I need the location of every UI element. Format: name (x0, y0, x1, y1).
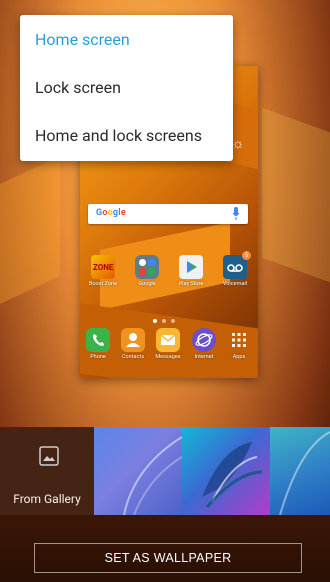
dock-internet: Internet (186, 328, 222, 360)
set-as-wallpaper-button[interactable]: SET AS WALLPAPER (34, 543, 302, 573)
app-label: Boost Zone (88, 281, 118, 287)
app-label: Contacts (121, 354, 145, 360)
wallpaper-thumbnail-2[interactable] (182, 427, 270, 515)
apps-icon (227, 328, 251, 352)
background-shard (262, 107, 330, 283)
from-gallery-button[interactable]: From Gallery (0, 427, 94, 515)
menu-item-home-and-lock-screens[interactable]: Home and lock screens (20, 111, 233, 159)
app-label: Internet (194, 354, 214, 360)
google-search-bar: Google (88, 204, 248, 224)
menu-item-home-screen[interactable]: Home screen (20, 15, 233, 63)
boost-zone-icon: ZONE (91, 255, 115, 279)
phone-icon (86, 328, 110, 352)
app-google: Google (129, 255, 165, 287)
wallpaper-thumbnail-3[interactable] (270, 427, 330, 515)
app-voicemail: 5 Voicemail (217, 251, 253, 287)
messages-icon (156, 328, 180, 352)
app-label: Messages (155, 354, 181, 360)
page-indicator (153, 308, 180, 327)
google-logo: Google (96, 208, 126, 218)
internet-icon (192, 328, 216, 352)
app-label: Phone (90, 354, 106, 360)
app-label: Play Store (178, 281, 204, 287)
contacts-icon (121, 328, 145, 352)
wallpaper-strip: From Gallery (0, 427, 330, 515)
google-folder-icon (135, 255, 159, 279)
voicemail-icon: 5 (223, 251, 251, 279)
app-play-store: Play Store (173, 255, 209, 287)
wallpaper-thumbnail-1[interactable] (94, 427, 182, 515)
notification-badge: 5 (242, 251, 251, 260)
app-boost-zone: ZONE Boost Zone (85, 255, 121, 287)
app-label: Apps (232, 354, 246, 360)
mic-icon (232, 207, 240, 220)
dock-contacts: Contacts (115, 328, 151, 360)
gallery-image-icon (39, 446, 59, 466)
play-store-icon (179, 255, 203, 279)
app-label: Google (138, 281, 156, 287)
dock-phone: Phone (80, 328, 116, 360)
app-label: Voicemail (222, 281, 248, 287)
menu-item-lock-screen[interactable]: Lock screen (20, 63, 233, 111)
dock-messages: Messages (150, 328, 186, 360)
background-shard (0, 156, 60, 304)
from-gallery-label: From Gallery (13, 492, 81, 506)
dock-apps: Apps (221, 328, 257, 360)
wallpaper-target-menu: Home screen Lock screen Home and lock sc… (20, 15, 233, 161)
